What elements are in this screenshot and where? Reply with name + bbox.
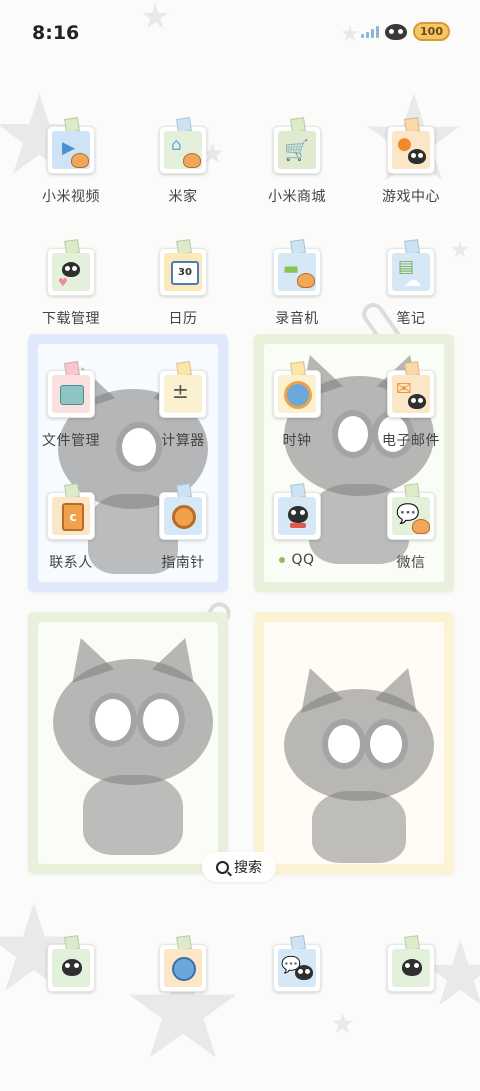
app-label: 时钟: [282, 433, 312, 449]
app-label: 指南针: [161, 555, 205, 571]
download-cat-icon: [62, 262, 80, 277]
phone-cat-icon: [62, 959, 82, 976]
app-file-manager[interactable]: 文件管理: [16, 361, 126, 450]
app-email[interactable]: ✉ 电子邮件: [356, 361, 466, 450]
app-label: 录音机: [275, 311, 319, 327]
home-cup-icon: ⌂: [171, 135, 182, 155]
app-label: 笔记: [396, 311, 426, 327]
camera-cat-icon: [402, 959, 422, 976]
app-label: 米家: [168, 189, 198, 205]
compass-icon: [172, 505, 196, 529]
app-recorder[interactable]: ▬ 录音机: [242, 239, 352, 328]
app-label: 联系人: [49, 555, 93, 571]
status-time: 8:16: [32, 22, 80, 44]
alarm-clock-icon: [284, 381, 312, 409]
app-xiaomi-mall[interactable]: 🛒 小米商城: [242, 117, 352, 206]
app-download-manager[interactable]: ♥ 下载管理: [16, 239, 126, 328]
recorder-icon: ▬: [283, 259, 300, 279]
dock-phone[interactable]: [16, 935, 126, 992]
dock-messages[interactable]: 💬: [242, 935, 352, 992]
calculator-icon: ±: [172, 379, 189, 403]
messages-cat-icon: [295, 965, 313, 980]
star-decoration: ★: [340, 22, 360, 47]
calendar-icon: 30: [171, 261, 199, 285]
search-label: 搜索: [234, 860, 262, 876]
app-clock[interactable]: 时钟: [242, 361, 352, 450]
shopping-cart-icon: 🛒: [284, 138, 309, 162]
signal-icon: [361, 25, 380, 38]
new-install-dot: [279, 557, 286, 563]
app-label: 日历: [168, 311, 198, 327]
photo-frame-green-bottom: [28, 612, 228, 874]
dock-camera[interactable]: [356, 935, 466, 992]
app-calculator[interactable]: ± 计算器: [128, 361, 238, 450]
dock-browser[interactable]: [128, 935, 238, 992]
app-wechat[interactable]: 💬 微信: [356, 483, 466, 572]
app-contacts[interactable]: c 联系人: [16, 483, 126, 572]
qq-cat-icon: [288, 506, 308, 523]
app-compass[interactable]: 指南针: [128, 483, 238, 572]
app-label: 游戏中心: [382, 189, 440, 205]
app-label: QQ: [279, 552, 314, 568]
app-mijia[interactable]: ⌂ 米家: [128, 117, 238, 206]
star-decoration: ★: [140, 0, 171, 37]
search-icon: [216, 860, 229, 874]
app-label: 微信: [396, 555, 426, 571]
cat-status-icon: [385, 23, 408, 40]
star-decoration: ★: [330, 1007, 356, 1040]
app-xiaomi-video[interactable]: ▶ 小米视频: [16, 117, 126, 206]
app-label: 计算器: [161, 433, 205, 449]
app-calendar[interactable]: 30 日历: [128, 239, 238, 328]
app-label: 下载管理: [42, 311, 100, 327]
app-label: 小米商城: [268, 189, 326, 205]
search-button[interactable]: 搜索: [202, 852, 276, 882]
status-icons: 100: [361, 22, 450, 41]
app-label: 小米视频: [42, 189, 100, 205]
contacts-icon: c: [62, 503, 84, 531]
app-qq[interactable]: QQ: [242, 483, 352, 568]
app-game-center[interactable]: ● 游戏中心: [356, 117, 466, 206]
photo-frame-yellow: [254, 612, 454, 874]
folder-icon: [60, 385, 84, 405]
browser-globe-icon: [172, 957, 196, 981]
app-label: 电子邮件: [382, 433, 440, 449]
app-notes[interactable]: ▤ ☁ 笔记: [356, 239, 466, 328]
app-label: 文件管理: [42, 433, 100, 449]
battery-icon: 100: [413, 22, 450, 41]
